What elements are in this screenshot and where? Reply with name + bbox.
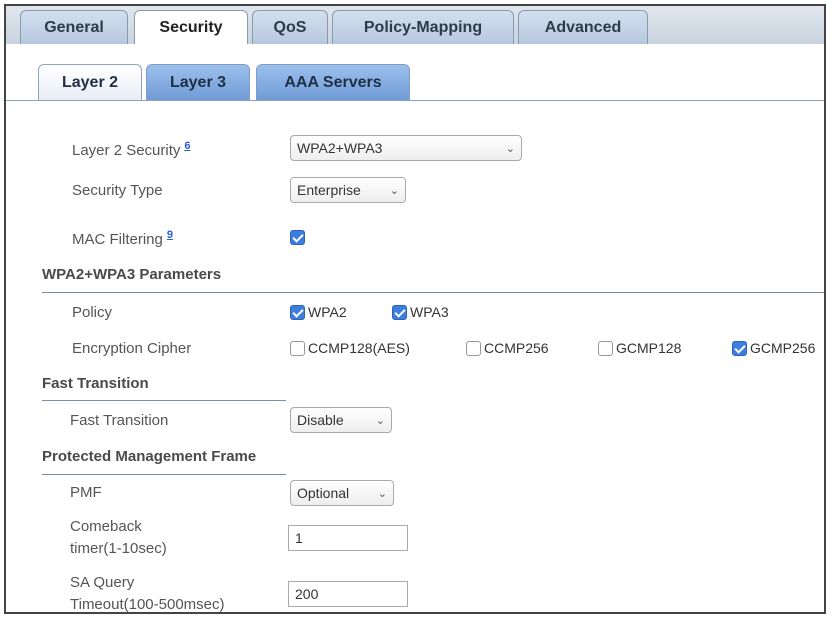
fast-transition-divider [42,400,286,401]
pmf-value: Optional [297,485,350,501]
security-type-label: Security Type [72,182,163,199]
layer2-security-help-link[interactable]: 6 [184,140,190,152]
security-type-select[interactable]: Enterprise ⌄ [290,177,406,203]
fast-transition-label: Fast Transition [70,412,169,429]
sub-tab-bar: Layer 2 Layer 3 AAA Servers [6,44,824,104]
mac-filtering-text: MAC Filtering [72,231,163,248]
chevron-down-icon: ⌄ [377,487,387,500]
chevron-down-icon: ⌄ [375,414,385,427]
mac-filtering-help-link[interactable]: 9 [167,229,173,241]
sa-query-timeout-label: SA Query Timeout(100-500msec) [70,572,225,613]
tab-general[interactable]: General [20,10,128,44]
gcmp128-label: GCMP128 [616,340,682,356]
pmf-label: PMF [70,484,102,501]
chevron-down-icon: ⌄ [389,184,399,197]
ccmp256-checkbox[interactable] [466,341,481,356]
pmf-divider [42,474,286,475]
comeback-timer-label: Comeback timer(1-10sec) [70,516,167,560]
wpa2-checkbox[interactable] [290,305,305,320]
tab-layer2[interactable]: Layer 2 [38,64,142,100]
ccmp256-label: CCMP256 [484,340,549,356]
wpa3-checkbox[interactable] [392,305,407,320]
fast-transition-select[interactable]: Disable ⌄ [290,407,392,433]
comeback-timer-label-line2: timer(1-10sec) [70,540,167,557]
ccmp128-label: CCMP128(AES) [308,340,410,356]
policy-label: Policy [72,304,113,321]
fast-transition-value: Disable [297,412,344,428]
comeback-timer-input[interactable] [288,525,408,551]
tab-security[interactable]: Security [134,10,248,45]
tab-policy-mapping[interactable]: Policy-Mapping [332,10,514,44]
gcmp256-label: GCMP256 [750,340,816,356]
sa-query-timeout-input[interactable] [288,581,408,607]
mac-filtering-label: MAC Filtering 9 [72,229,173,248]
layer2-security-select[interactable]: WPA2+WPA3 ⌄ [290,135,522,161]
subtab-divider [6,100,824,101]
security-type-value: Enterprise [297,182,361,198]
wpa3-label: WPA3 [410,304,449,320]
wlan-edit-panel: General Security QoS Policy-Mapping Adva… [4,4,826,614]
pmf-heading: Protected Management Frame [42,448,257,465]
tab-aaa-servers[interactable]: AAA Servers [256,64,410,100]
wpa2-label: WPA2 [308,304,347,320]
comeback-timer-label-line1: Comeback [70,518,142,535]
gcmp256-checkbox[interactable] [732,341,747,356]
sa-query-label-line1: SA Query [70,574,135,591]
tab-qos[interactable]: QoS [252,10,328,44]
layer2-security-text: Layer 2 Security [72,142,181,159]
gcmp128-checkbox[interactable] [598,341,613,356]
layer2-security-label: Layer 2 Security 6 [72,140,191,159]
ccmp128-checkbox[interactable] [290,341,305,356]
encryption-cipher-label: Encryption Cipher [72,340,192,357]
sa-query-label-line2: Timeout(100-500msec) [70,596,225,613]
layer2-security-value: WPA2+WPA3 [297,140,383,156]
pmf-select[interactable]: Optional ⌄ [290,480,394,506]
tab-advanced[interactable]: Advanced [518,10,648,44]
chevron-down-icon: ⌄ [505,142,515,155]
top-tab-bar: General Security QoS Policy-Mapping Adva… [6,6,824,45]
wpa-parameters-divider [42,292,824,293]
wpa-parameters-heading: WPA2+WPA3 Parameters [42,266,222,283]
fast-transition-heading: Fast Transition [42,375,149,392]
mac-filtering-checkbox[interactable] [290,230,305,245]
tab-layer3[interactable]: Layer 3 [146,64,250,100]
